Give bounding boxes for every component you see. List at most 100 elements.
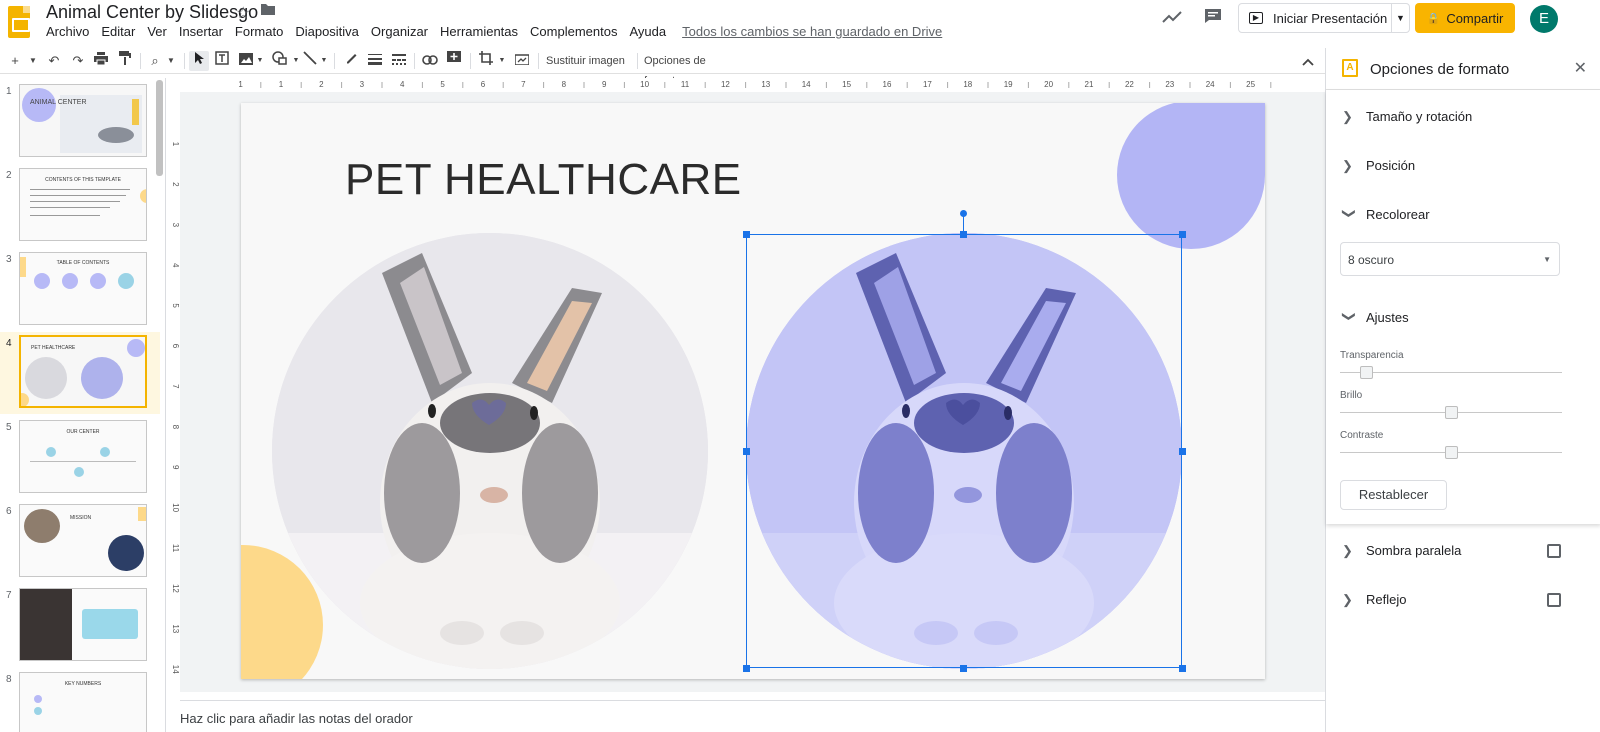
image-icon[interactable] (236, 51, 256, 71)
resize-handle-left[interactable] (743, 448, 750, 455)
menu-editar[interactable]: Editar (101, 24, 135, 39)
slide-thumbnail-7[interactable] (19, 588, 147, 661)
shape-dropdown-icon[interactable]: ▼ (292, 51, 300, 71)
ruler-tick-label: 24 (1206, 80, 1215, 89)
menu-ver[interactable]: Ver (147, 24, 167, 39)
ruler-tick-label: 11 (681, 80, 690, 89)
ruler-tick-label: 8 (171, 425, 180, 430)
new-slide-icon[interactable]: + (8, 51, 22, 71)
resize-handle-right[interactable] (1179, 448, 1186, 455)
slide-title[interactable]: PET HEALTHCARE (345, 155, 742, 205)
line-dropdown-icon[interactable]: ▼ (320, 51, 328, 71)
thumb-shape (20, 257, 26, 277)
drop-shadow-checkbox[interactable] (1547, 544, 1561, 558)
image-selection-box[interactable] (746, 234, 1182, 668)
chevron-right-icon: ❯ (1342, 158, 1353, 173)
text-box-icon[interactable] (212, 51, 232, 71)
share-button[interactable]: 🔒 Compartir (1415, 3, 1515, 33)
undo-icon[interactable]: ↶ (46, 51, 62, 71)
section-position[interactable]: ❯ Posición (1342, 158, 1415, 174)
crop-dropdown-icon[interactable]: ▼ (498, 51, 506, 71)
present-dropdown-icon[interactable]: ▼ (1391, 4, 1409, 32)
ruler-tick-label: 10 (171, 503, 180, 512)
present-button[interactable]: ▶ Iniciar Presentación ▼ (1238, 3, 1410, 33)
filmstrip-scrollbar[interactable] (156, 80, 163, 176)
image-dropdown-icon[interactable]: ▼ (256, 51, 264, 71)
paint-format-icon[interactable] (116, 51, 134, 71)
section-reflection[interactable]: ❯ Reflejo (1342, 592, 1406, 608)
border-dash-icon[interactable] (390, 51, 408, 71)
border-weight-icon[interactable] (366, 51, 384, 71)
border-color-icon[interactable] (342, 51, 360, 71)
redo-icon[interactable]: ↷ (70, 51, 86, 71)
slide-thumbnail-6[interactable]: MISSION (19, 504, 147, 577)
slide-thumbnail-1[interactable]: ANIMAL CENTER (19, 84, 147, 157)
rotate-handle[interactable] (960, 210, 967, 217)
menu-insertar[interactable]: Insertar (179, 24, 223, 39)
folder-icon[interactable] (260, 2, 276, 21)
reset-image-icon[interactable] (512, 51, 532, 71)
slide-thumbnail-2[interactable]: CONTENTS OF THIS TEMPLATE (19, 168, 147, 241)
rabbit-photo-original[interactable] (272, 233, 708, 669)
print-icon[interactable] (92, 51, 110, 71)
present-label: Iniciar Presentación (1273, 10, 1388, 26)
link-icon[interactable] (420, 51, 440, 71)
star-icon[interactable]: ☆ (236, 3, 250, 23)
slide-thumbnail-8[interactable]: KEY NUMBERS (19, 672, 147, 732)
thumb-title: MISSION (70, 515, 92, 521)
ruler-tick-label: 17 (923, 80, 932, 89)
menu-archivo[interactable]: Archivo (46, 24, 89, 39)
resize-handle-bottom-right[interactable] (1179, 665, 1186, 672)
brightness-slider-thumb[interactable] (1444, 406, 1458, 419)
recolor-select[interactable]: 8 oscuro ▼ (1340, 242, 1560, 276)
section-adjustments[interactable]: ❯ Ajustes (1342, 310, 1409, 326)
resize-handle-top-right[interactable] (1179, 231, 1186, 238)
slide[interactable]: PET HEALTHCARE (241, 103, 1265, 679)
reset-button[interactable]: Restablecer (1340, 480, 1447, 510)
line-icon[interactable] (300, 51, 320, 71)
crop-icon[interactable] (476, 51, 496, 71)
select-cursor-icon[interactable] (189, 51, 209, 71)
slide-thumbnail-5[interactable]: OUR CENTER (19, 420, 147, 493)
thumb-text-line (30, 201, 120, 202)
reflection-checkbox[interactable] (1547, 593, 1561, 607)
slides-logo-icon[interactable] (8, 6, 30, 38)
comments-icon[interactable] (1204, 8, 1222, 29)
section-recolor[interactable]: ❯ Recolorear (1342, 207, 1430, 223)
decorative-lavender-shape[interactable] (1117, 103, 1265, 249)
new-slide-dropdown-icon[interactable]: ▼ (28, 51, 38, 71)
resize-handle-bottom-left[interactable] (743, 665, 750, 672)
resize-handle-top[interactable] (960, 231, 967, 238)
menu-complementos[interactable]: Complementos (530, 24, 617, 39)
slide-thumbnail-4[interactable]: PET HEALTHCARE (19, 335, 147, 408)
resize-handle-bottom[interactable] (960, 665, 967, 672)
speaker-notes[interactable]: Haz clic para añadir las notas del orado… (180, 700, 1325, 732)
menu-ayuda[interactable]: Ayuda (629, 24, 666, 39)
menu-formato[interactable]: Formato (235, 24, 283, 39)
section-drop-shadow[interactable]: ❯ Sombra paralela (1342, 543, 1461, 559)
menu-organizar[interactable]: Organizar (371, 24, 428, 39)
document-title[interactable]: Animal Center by Slidesgo (46, 2, 258, 23)
share-label: Compartir (1446, 10, 1504, 26)
slide-thumbnail-3[interactable]: TABLE OF CONTENTS (19, 252, 147, 325)
avatar[interactable]: E (1530, 5, 1558, 33)
zoom-dropdown-icon[interactable]: ▼ (166, 51, 176, 71)
contrast-slider-thumb[interactable] (1444, 446, 1458, 459)
menu-diapositiva[interactable]: Diapositiva (295, 24, 359, 39)
transparency-slider[interactable] (1340, 372, 1562, 373)
format-options-button[interactable]: Opciones de formato (644, 51, 744, 87)
collapse-toolbar-icon[interactable] (1300, 51, 1316, 71)
transparency-slider-thumb[interactable] (1360, 366, 1373, 379)
activity-trend-icon[interactable] (1162, 8, 1182, 29)
add-comment-icon[interactable] (444, 51, 464, 71)
shape-icon[interactable] (270, 51, 290, 71)
replace-image-button[interactable]: Sustituir imagen ▼ (546, 51, 632, 86)
saved-status-link[interactable]: Todos los cambios se han guardado en Dri… (682, 24, 942, 39)
thumb-photo (108, 535, 144, 571)
resize-handle-top-left[interactable] (743, 231, 750, 238)
zoom-icon[interactable]: ⌕ (146, 51, 164, 71)
menu-herramientas[interactable]: Herramientas (440, 24, 518, 39)
section-size-rotation[interactable]: ❯ Tamaño y rotación (1342, 109, 1472, 125)
ruler-tick-label: 10 (640, 80, 649, 89)
close-icon[interactable]: ✕ (1574, 58, 1587, 78)
